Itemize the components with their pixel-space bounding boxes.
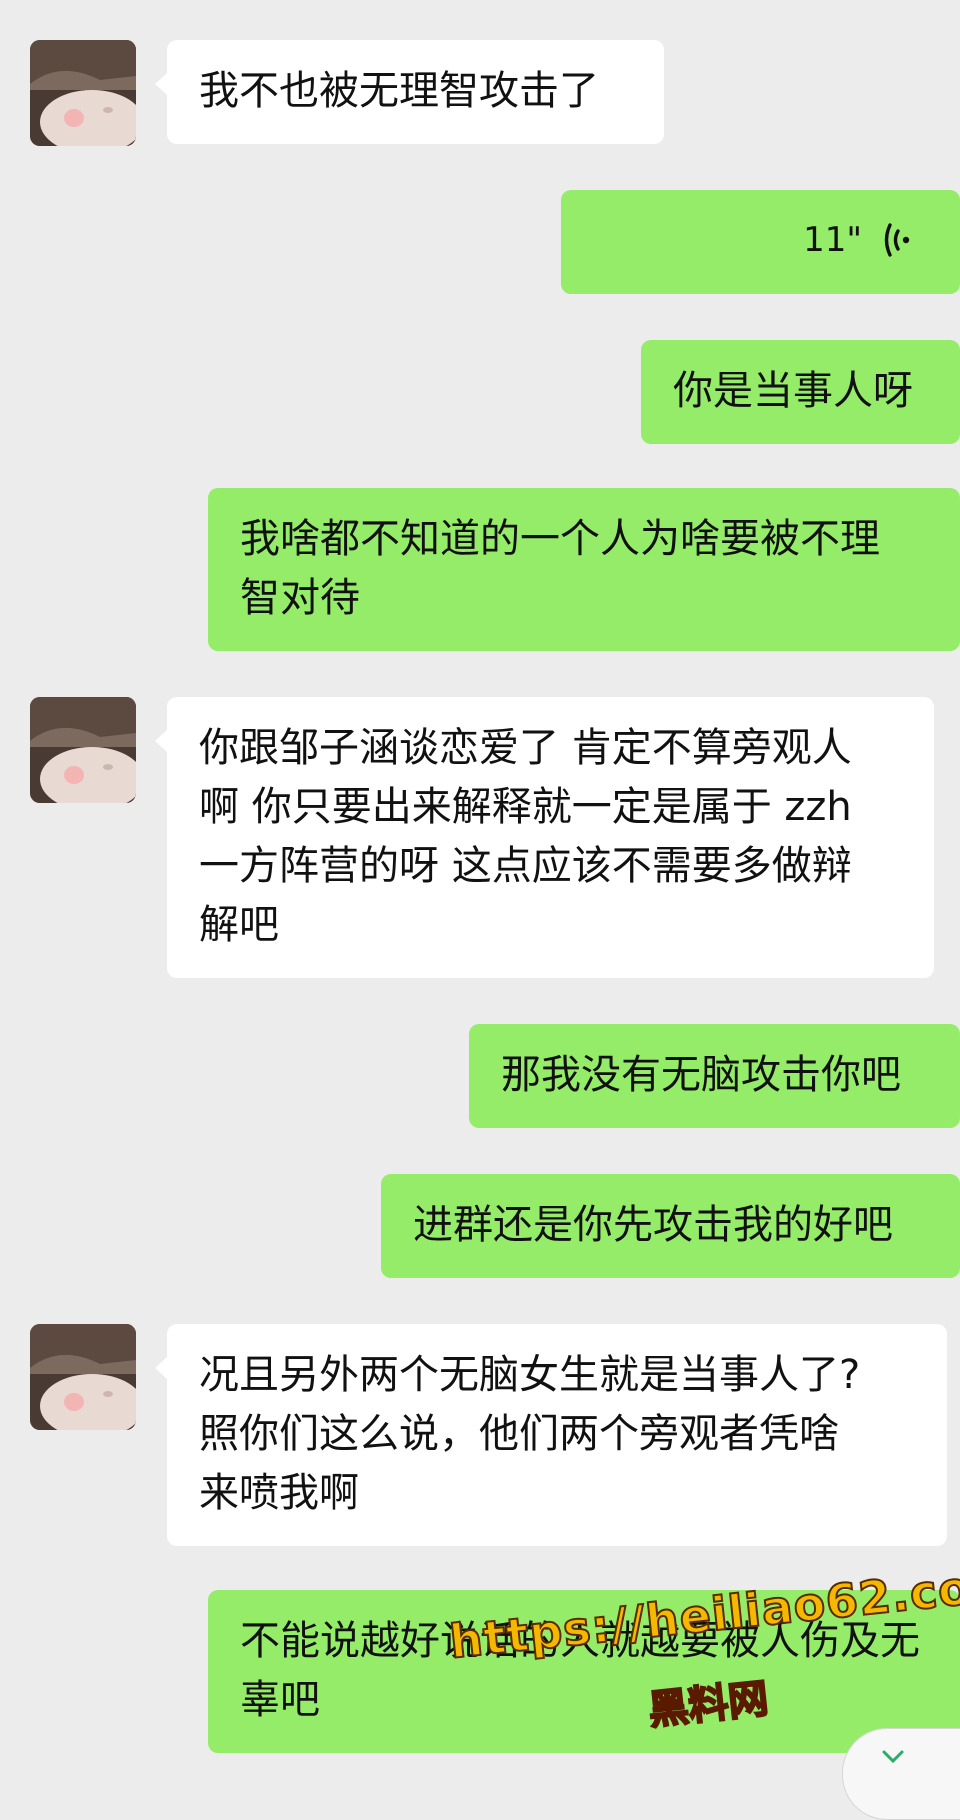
- voice-duration: 11": [803, 220, 862, 260]
- avatar[interactable]: [30, 40, 136, 146]
- avatar[interactable]: [30, 1324, 136, 1430]
- message-bubble-outgoing[interactable]: 我啥都不知道的一个人为啥要被不理 智对待: [208, 488, 960, 651]
- chevron-icon: [882, 1750, 904, 1764]
- message-bubble-outgoing[interactable]: 那我没有无脑攻击你吧: [469, 1024, 960, 1128]
- message-bubble-outgoing[interactable]: 你是当事人呀: [641, 340, 960, 444]
- message-bubble-incoming[interactable]: 你跟邹子涵谈恋爱了 肯定不算旁观人 啊 你只要出来解释就一定是属于 zzh 一方…: [167, 697, 934, 978]
- avatar-image: [30, 1324, 136, 1430]
- message-bubble-incoming[interactable]: 我不也被无理智攻击了: [167, 40, 664, 144]
- chat-conversation: 我不也被无理智攻击了 11" 你是当事人呀 我啥都不知道的一个人为啥要被不理 智…: [0, 0, 960, 1820]
- avatar-image: [30, 40, 136, 146]
- voice-message-content: 11": [803, 220, 912, 260]
- voice-wave-icon: [884, 223, 910, 257]
- bubble-tail: [155, 730, 167, 752]
- message-bubble-outgoing[interactable]: 进群还是你先攻击我的好吧: [381, 1174, 960, 1278]
- avatar[interactable]: [30, 697, 136, 803]
- bubble-tail: [155, 73, 167, 95]
- message-bubble-incoming[interactable]: 况且另外两个无脑女生就是当事人了? 照你们这么说，他们两个旁观者凭啥 来喷我啊: [167, 1324, 947, 1546]
- bubble-tail: [155, 1357, 167, 1379]
- avatar-image: [30, 697, 136, 803]
